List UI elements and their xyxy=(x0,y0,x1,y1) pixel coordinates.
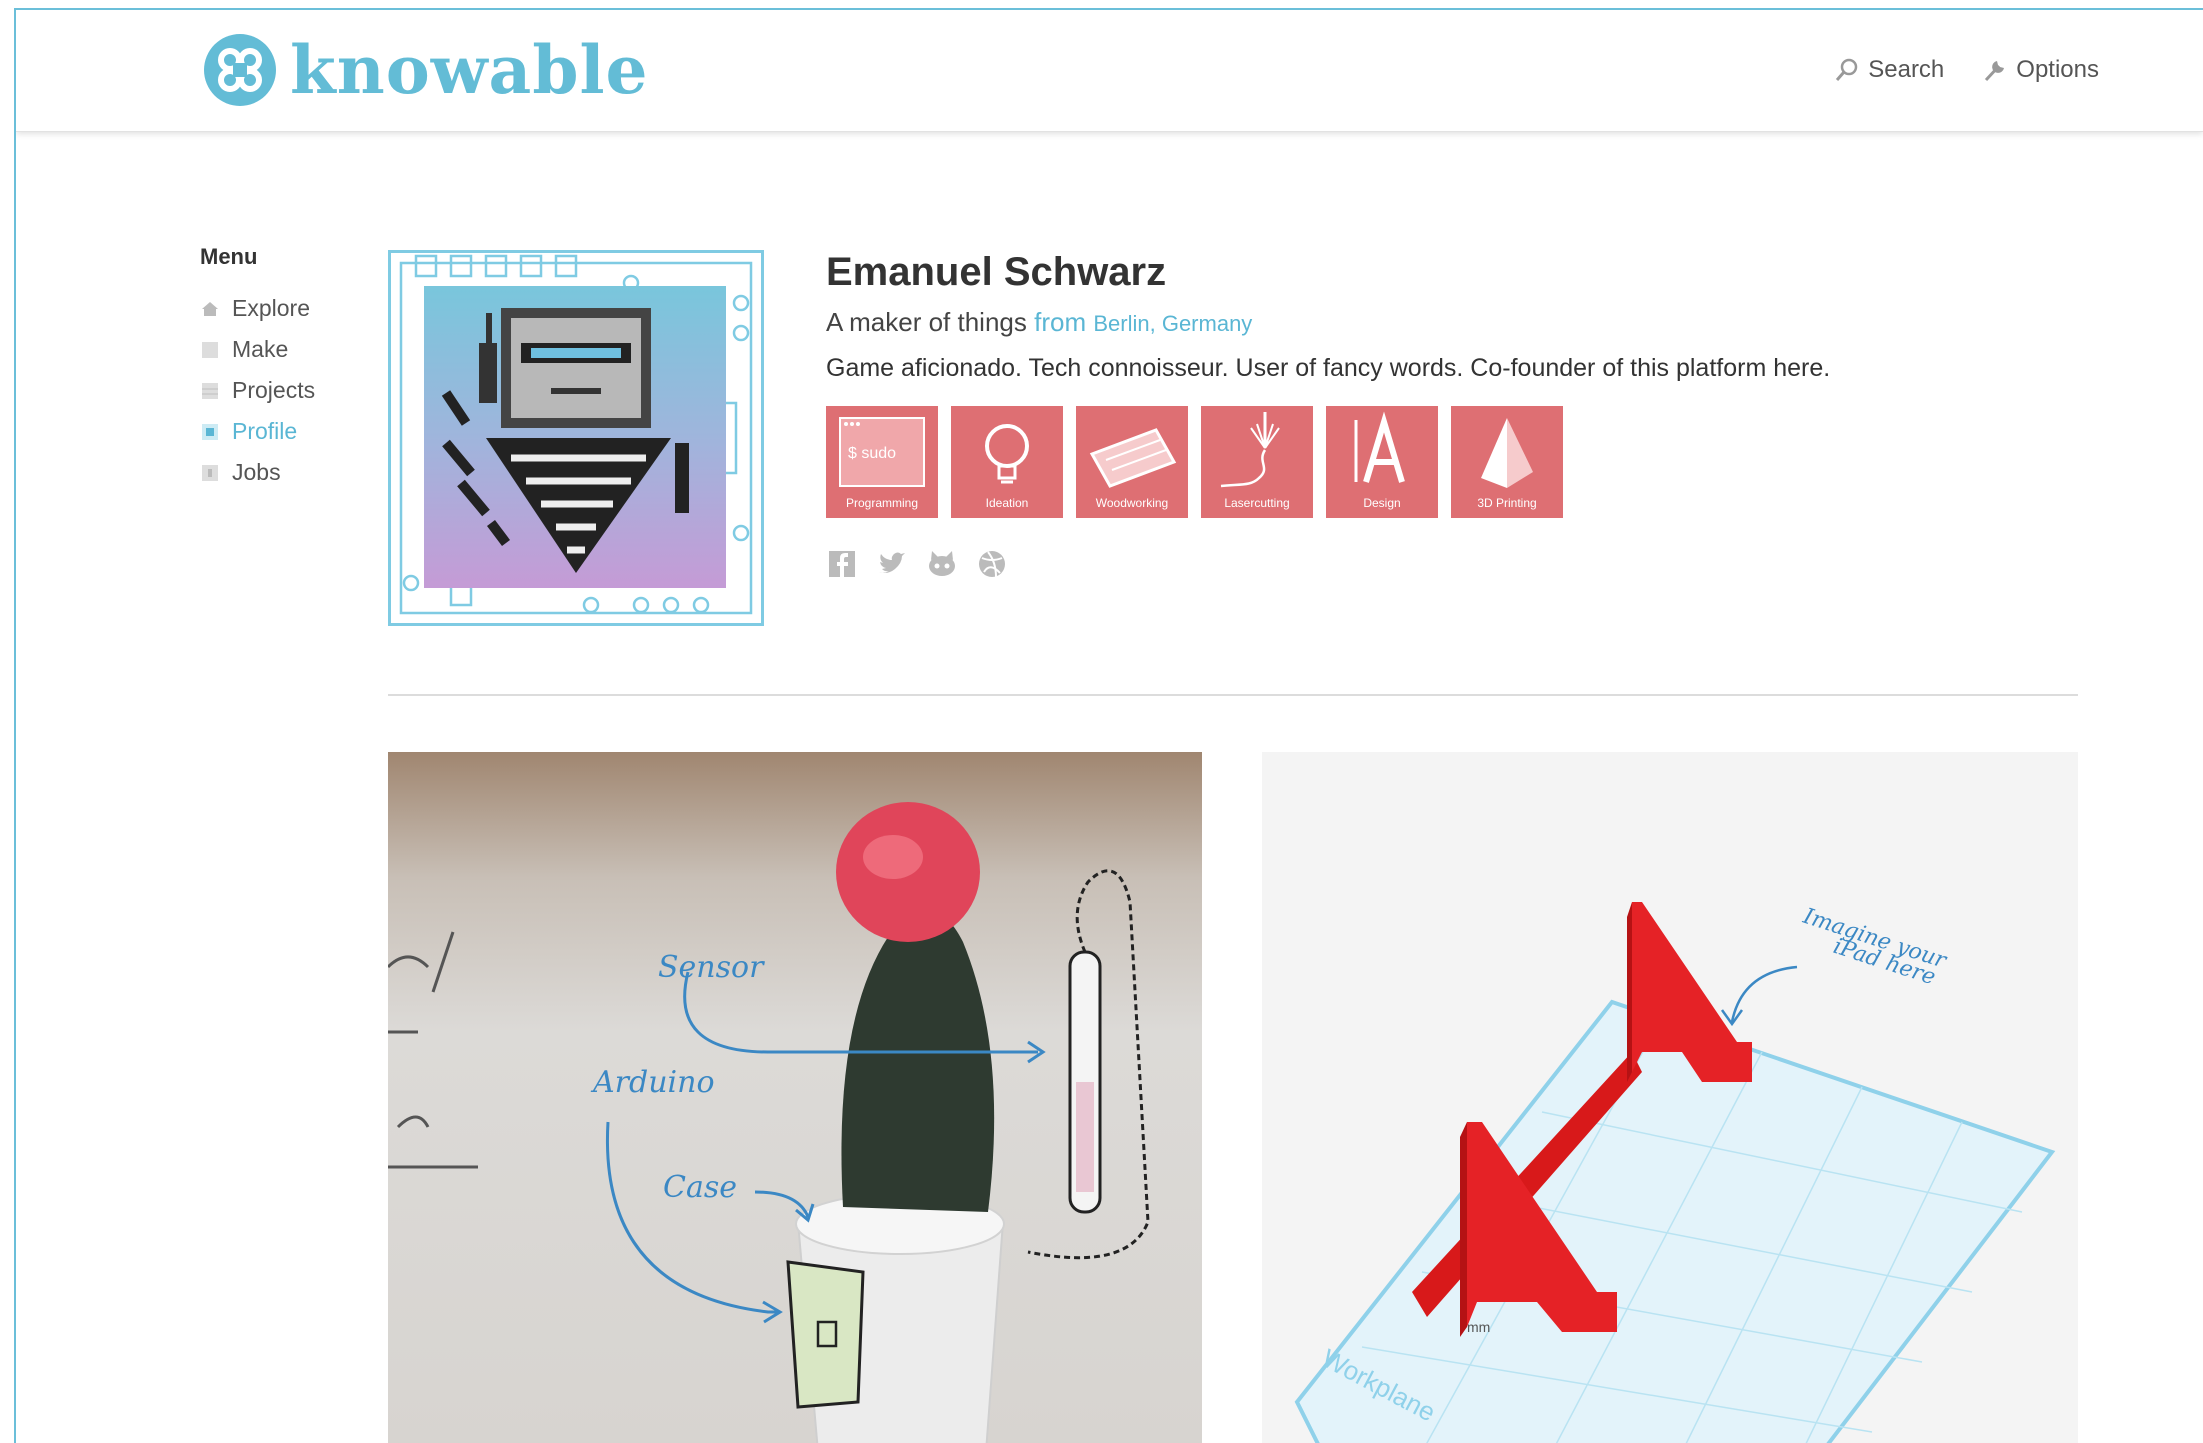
facebook-icon[interactable] xyxy=(826,548,858,580)
from-label: from xyxy=(1034,307,1087,337)
skill-badge-ideation[interactable]: Ideation xyxy=(951,406,1063,518)
sidebar-item-projects[interactable]: Projects xyxy=(200,370,315,411)
square-icon xyxy=(202,341,218,358)
robot-avatar-image xyxy=(399,254,753,615)
skill-badge-lasercutting[interactable]: Lasercutting xyxy=(1201,406,1313,518)
project-card-cactus[interactable]: Sensor Arduino Case xyxy=(388,752,1202,1443)
skill-label: Design xyxy=(1363,496,1401,510)
skill-badges: $ sudo Programming Ideation Woodworking … xyxy=(826,406,2076,518)
location-link[interactable]: Berlin, Germany xyxy=(1093,311,1252,336)
options-label: Options xyxy=(2016,56,2099,83)
options-button[interactable]: Options xyxy=(1982,56,2099,84)
top-bar: knowable Search Options xyxy=(16,10,2203,132)
case-annotation: Case xyxy=(663,1170,737,1205)
dribbble-icon[interactable] xyxy=(976,548,1008,580)
svg-text:$ sudo: $ sudo xyxy=(848,445,896,462)
sidebar-item-jobs[interactable]: Jobs xyxy=(200,452,315,493)
profile-name: Emanuel Schwarz xyxy=(826,250,1167,294)
project-card-ipad-stand[interactable]: Workplane mm Imagine your iPad here xyxy=(1262,752,2078,1443)
profile-icon xyxy=(202,423,218,440)
logo-text: knowable xyxy=(290,31,649,109)
profile-info: Emanuel Schwarz A maker of things from B… xyxy=(826,248,2076,580)
unit-label: mm xyxy=(1467,1319,1490,1335)
app-window: knowable Search Options Menu Explore Mak… xyxy=(14,8,2203,1443)
skill-label: Ideation xyxy=(985,496,1029,510)
skill-label: Programming xyxy=(845,496,919,510)
social-links xyxy=(826,548,2076,580)
sensor-annotation: Sensor xyxy=(658,950,765,985)
section-divider xyxy=(388,694,2078,696)
twitter-icon[interactable] xyxy=(876,548,908,580)
wrench-icon xyxy=(1985,61,2005,82)
search-button[interactable]: Search xyxy=(1834,56,1944,84)
menu-title: Menu xyxy=(200,244,258,269)
tagline-text: A maker of things xyxy=(826,307,1027,337)
sidebar-item-label: Profile xyxy=(232,418,298,444)
sidebar-menu: Menu Explore Make Projects Profile Jobs xyxy=(200,244,315,493)
sidebar-item-make[interactable]: Make xyxy=(200,329,315,370)
search-icon xyxy=(1836,58,1858,81)
sidebar-item-explore[interactable]: Explore xyxy=(200,288,315,329)
sidebar-item-label: Explore xyxy=(232,295,310,321)
ipad-stand-render: Workplane mm Imagine your iPad here xyxy=(1294,902,2056,1443)
sidebar-item-profile[interactable]: Profile xyxy=(200,411,315,452)
sidebar-item-label: Jobs xyxy=(232,459,281,485)
skill-label: 3D Printing xyxy=(1477,496,1537,510)
skill-badge-design[interactable]: Design xyxy=(1326,406,1438,518)
grid-icon xyxy=(202,382,218,399)
sidebar-item-label: Projects xyxy=(232,377,316,403)
skill-badge-3d-printing[interactable]: 3D Printing xyxy=(1451,406,1563,518)
cactus-sensor-photo: Sensor Arduino Case xyxy=(388,802,1150,1443)
sidebar-item-label: Make xyxy=(232,336,289,362)
skill-badge-programming[interactable]: $ sudo Programming xyxy=(826,406,938,518)
logo[interactable]: knowable xyxy=(204,34,649,106)
arduino-annotation: Arduino xyxy=(590,1065,715,1100)
skill-badge-woodworking[interactable]: Woodworking xyxy=(1076,406,1188,518)
search-label: Search xyxy=(1868,56,1945,83)
avatar[interactable] xyxy=(388,250,764,626)
home-icon xyxy=(202,301,218,316)
github-icon[interactable] xyxy=(926,548,958,580)
top-actions: Search Options xyxy=(1796,56,2099,84)
logo-icon xyxy=(204,34,276,106)
jobs-icon xyxy=(202,464,218,481)
profile-tagline: A maker of things from Berlin, Germany xyxy=(826,304,2076,342)
skill-label: Lasercutting xyxy=(1224,496,1290,510)
profile-bio: Game aficionado. Tech connoisseur. User … xyxy=(826,354,1831,382)
skill-label: Woodworking xyxy=(1095,496,1169,510)
